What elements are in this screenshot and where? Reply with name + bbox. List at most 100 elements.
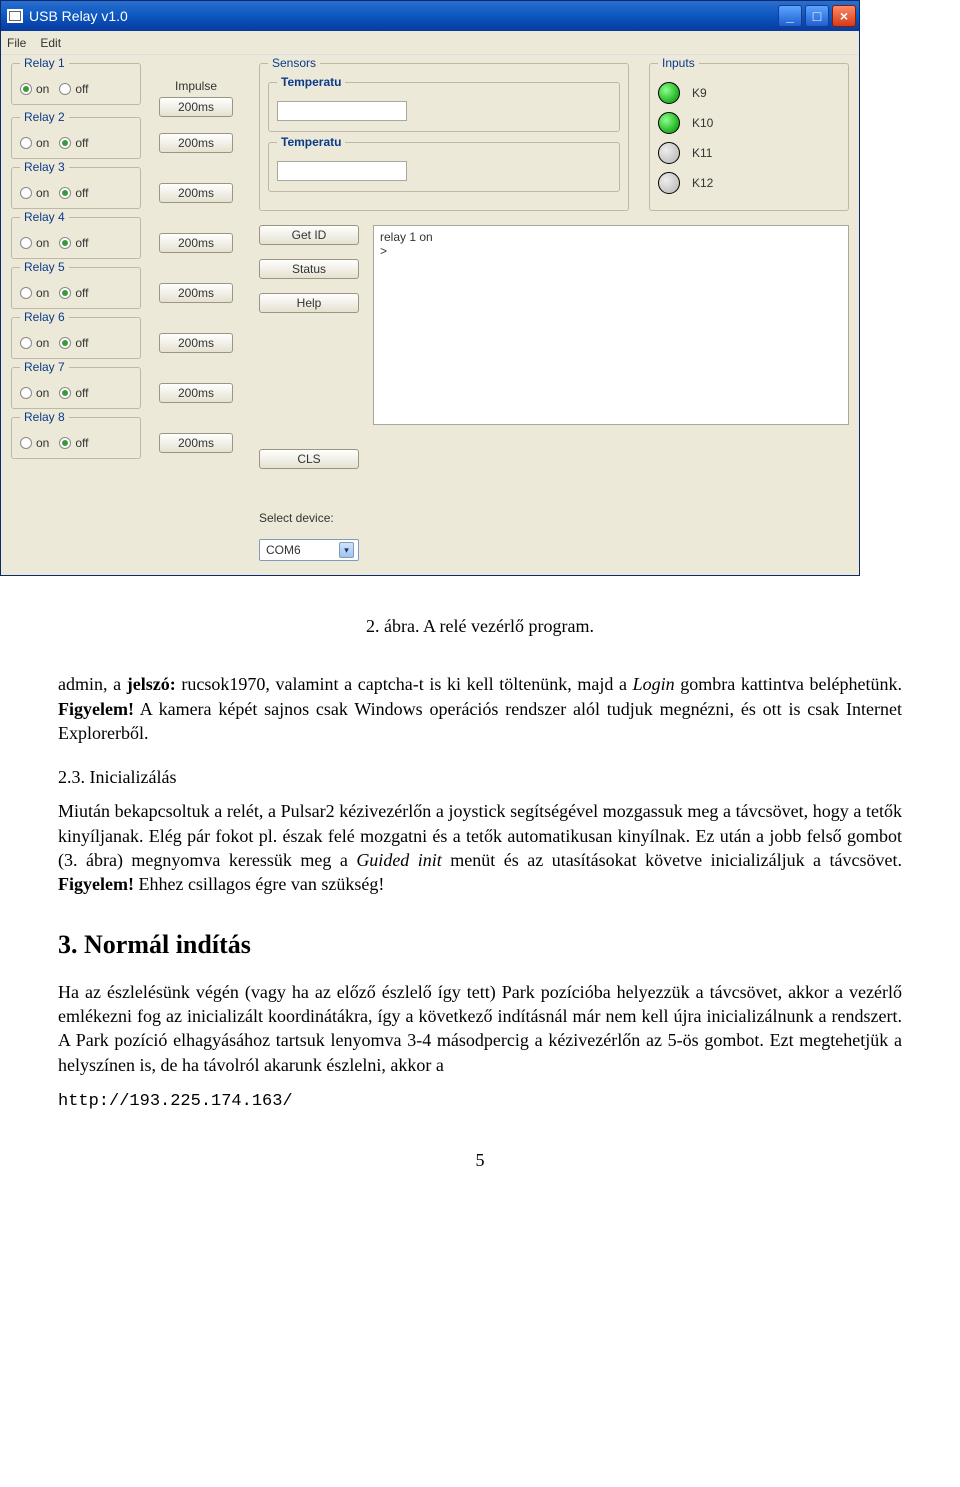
radio-dot bbox=[20, 287, 32, 299]
radio-label-on: on bbox=[36, 336, 49, 350]
relay-group: Relay 7onoff bbox=[11, 367, 141, 409]
radio-dot bbox=[20, 187, 32, 199]
impulse-button[interactable]: 200ms bbox=[159, 333, 233, 353]
relay-group: Relay 4onoff bbox=[11, 217, 141, 259]
relay-on-radio[interactable]: on bbox=[20, 386, 49, 400]
relay-on-radio[interactable]: on bbox=[20, 186, 49, 200]
radio-label-off: off bbox=[75, 386, 88, 400]
impulse-column: 200ms bbox=[151, 317, 241, 353]
maximize-button[interactable]: □ bbox=[805, 5, 829, 27]
status-button[interactable]: Status bbox=[259, 259, 359, 279]
radio-label-on: on bbox=[36, 286, 49, 300]
close-button[interactable]: × bbox=[832, 5, 856, 27]
relay-off-radio[interactable]: off bbox=[59, 236, 88, 250]
relay-row: Relay 8onoff 200ms bbox=[11, 417, 241, 467]
input-row: K12 bbox=[658, 172, 840, 194]
select-device-value: COM6 bbox=[266, 543, 301, 557]
sensor-1-title: Temperatu bbox=[277, 75, 345, 89]
relay-on-radio[interactable]: on bbox=[20, 336, 49, 350]
relay-on-radio[interactable]: on bbox=[20, 436, 49, 450]
inputs-group: Inputs K9K10K11K12 bbox=[649, 63, 849, 211]
minimize-button[interactable]: _ bbox=[778, 5, 802, 27]
impulse-button[interactable]: 200ms bbox=[159, 97, 233, 117]
figure-caption: 2. ábra. A relé vezérlő program. bbox=[58, 614, 902, 638]
sensors-legend: Sensors bbox=[268, 56, 320, 70]
radio-label-off: off bbox=[75, 186, 88, 200]
relay-group: Relay 8onoff bbox=[11, 417, 141, 459]
radio-label-off: off bbox=[75, 236, 88, 250]
radio-label-off: off bbox=[75, 82, 88, 96]
menubar: File Edit bbox=[1, 31, 859, 55]
relay-off-radio[interactable]: off bbox=[59, 186, 88, 200]
cls-button[interactable]: CLS bbox=[259, 449, 359, 469]
relay-off-radio[interactable]: off bbox=[59, 436, 88, 450]
log-output[interactable]: relay 1 on > bbox=[373, 225, 849, 425]
sensor-2-value[interactable] bbox=[277, 161, 407, 181]
radio-label-on: on bbox=[36, 236, 49, 250]
section-3-heading: 3. Normál indítás bbox=[58, 927, 902, 962]
select-device-label: Select device: bbox=[259, 511, 359, 525]
relay-on-radio[interactable]: on bbox=[20, 286, 49, 300]
get-id-button[interactable]: Get ID bbox=[259, 225, 359, 245]
radio-dot bbox=[20, 83, 32, 95]
radio-dot bbox=[59, 237, 71, 249]
page-number: 5 bbox=[58, 1148, 902, 1172]
radio-label-on: on bbox=[36, 186, 49, 200]
menu-file[interactable]: File bbox=[7, 36, 26, 50]
help-button[interactable]: Help bbox=[259, 293, 359, 313]
impulse-column: 200ms bbox=[151, 217, 241, 253]
paragraph-1: admin, a jelszó: rucsok1970, valamint a … bbox=[58, 672, 902, 745]
radio-dot bbox=[59, 387, 71, 399]
paragraph-2: Miután bekapcsoltuk a relét, a Pulsar2 k… bbox=[58, 799, 902, 896]
relay-off-radio[interactable]: off bbox=[59, 82, 88, 96]
impulse-button[interactable]: 200ms bbox=[159, 383, 233, 403]
radio-dot bbox=[59, 437, 71, 449]
impulse-button[interactable]: 200ms bbox=[159, 133, 233, 153]
menu-edit[interactable]: Edit bbox=[40, 36, 61, 50]
relay-on-radio[interactable]: on bbox=[20, 82, 49, 96]
relay-on-radio[interactable]: on bbox=[20, 136, 49, 150]
paragraph-3: Ha az észlelésünk végén (vagy ha az előz… bbox=[58, 980, 902, 1077]
relay-group: Relay 3onoff bbox=[11, 167, 141, 209]
sensor-2-title: Temperatu bbox=[277, 135, 345, 149]
app-icon bbox=[7, 9, 23, 23]
radio-dot bbox=[59, 137, 71, 149]
relay-column: Relay 1onoffImpulse200msRelay 2onoff200m… bbox=[11, 63, 241, 561]
input-row: K9 bbox=[658, 82, 840, 104]
select-device[interactable]: COM6 ▾ bbox=[259, 539, 359, 561]
relay-legend: Relay 6 bbox=[20, 310, 69, 324]
input-row: K10 bbox=[658, 112, 840, 134]
impulse-button[interactable]: 200ms bbox=[159, 283, 233, 303]
radio-label-off: off bbox=[75, 136, 88, 150]
relay-off-radio[interactable]: off bbox=[59, 386, 88, 400]
impulse-header: Impulse bbox=[175, 79, 217, 93]
radio-label-on: on bbox=[36, 386, 49, 400]
radio-label-off: off bbox=[75, 286, 88, 300]
relay-legend: Relay 3 bbox=[20, 160, 69, 174]
radio-dot bbox=[59, 287, 71, 299]
relay-off-radio[interactable]: off bbox=[59, 286, 88, 300]
sensors-group: Sensors Temperatu Temperatu bbox=[259, 63, 629, 211]
radio-dot bbox=[59, 83, 71, 95]
impulse-button[interactable]: 200ms bbox=[159, 183, 233, 203]
titlebar: USB Relay v1.0 _ □ × bbox=[1, 1, 859, 31]
relay-legend: Relay 1 bbox=[20, 56, 69, 70]
input-led bbox=[658, 112, 680, 134]
relay-off-radio[interactable]: off bbox=[59, 136, 88, 150]
sensor-1-value[interactable] bbox=[277, 101, 407, 121]
impulse-button[interactable]: 200ms bbox=[159, 233, 233, 253]
relay-on-radio[interactable]: on bbox=[20, 236, 49, 250]
relay-group: Relay 6onoff bbox=[11, 317, 141, 359]
radio-dot bbox=[20, 137, 32, 149]
relay-legend: Relay 5 bbox=[20, 260, 69, 274]
input-label: K12 bbox=[692, 176, 713, 190]
impulse-button[interactable]: 200ms bbox=[159, 433, 233, 453]
relay-legend: Relay 7 bbox=[20, 360, 69, 374]
relay-off-radio[interactable]: off bbox=[59, 336, 88, 350]
radio-label-on: on bbox=[36, 136, 49, 150]
chevron-down-icon: ▾ bbox=[339, 542, 354, 558]
relay-legend: Relay 8 bbox=[20, 410, 69, 424]
input-led bbox=[658, 82, 680, 104]
radio-dot bbox=[20, 237, 32, 249]
impulse-column: 200ms bbox=[151, 267, 241, 303]
